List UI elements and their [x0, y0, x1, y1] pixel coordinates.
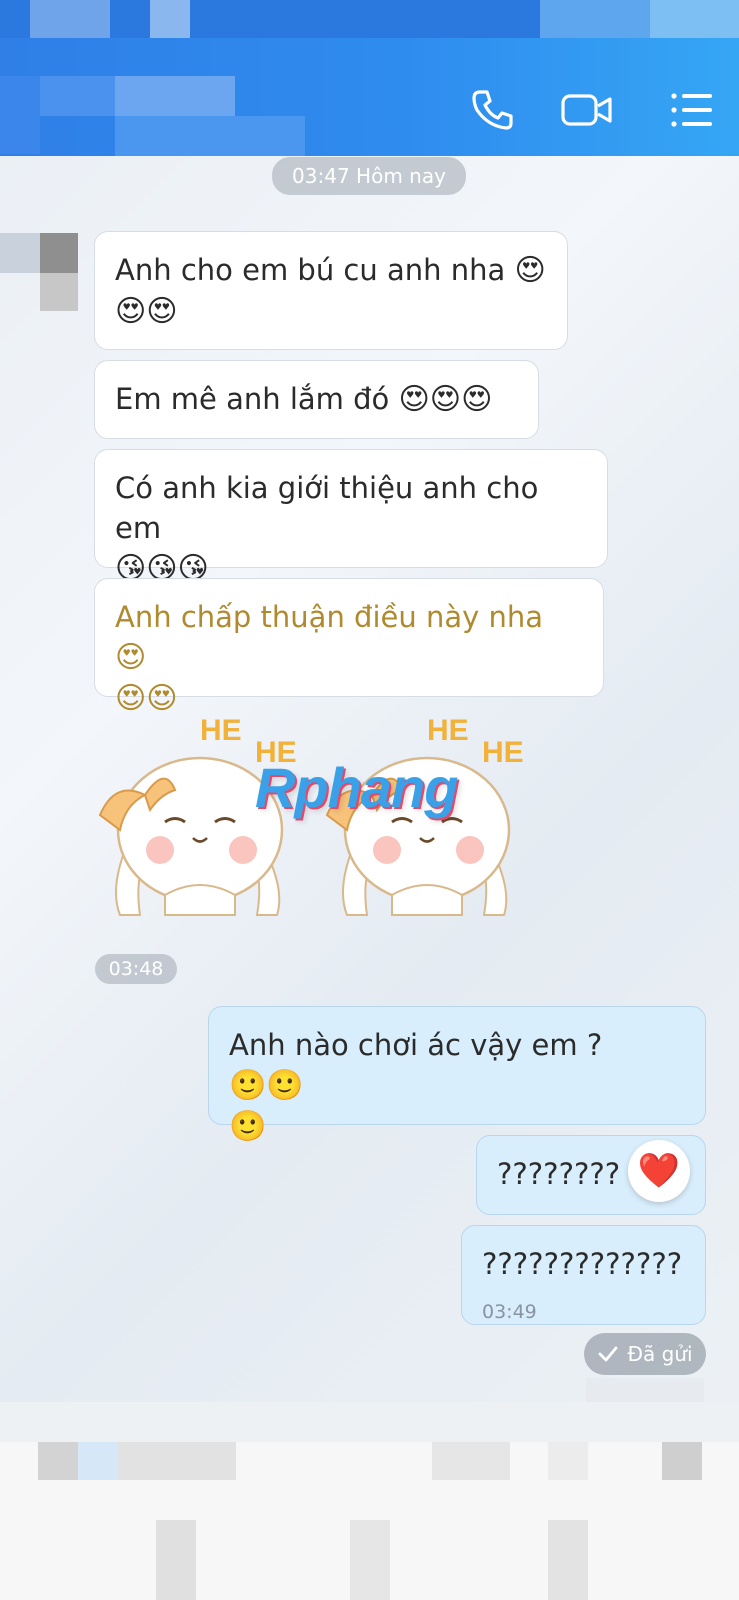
pixel-block	[78, 1442, 118, 1480]
censored-input-bar	[0, 1402, 739, 1600]
pixel-block	[350, 1520, 390, 1600]
pixel-block	[118, 1442, 236, 1480]
sent-status-label: Đã gửi	[627, 1342, 693, 1366]
pixel-block	[150, 0, 190, 38]
pixel-block	[40, 76, 115, 116]
pixel-block	[548, 1442, 588, 1480]
pixel-block	[548, 1520, 588, 1600]
pixel-block	[115, 116, 305, 156]
pixel-block	[30, 0, 110, 38]
emoji-heart-eyes: 😍	[514, 253, 546, 288]
pixel-block	[156, 1520, 196, 1600]
pixel-block	[38, 1442, 78, 1480]
pixel-block	[540, 0, 650, 38]
incoming-message[interactable]: Anh chấp thuận điều này nha 😍 😍😍	[94, 578, 604, 716]
date-separator: 03:47 Hôm nay	[272, 157, 466, 195]
incoming-message[interactable]: Anh cho em bú cu anh nha 😍 😍😍	[94, 231, 568, 350]
emoji-heart-eyes: 😍😍	[115, 294, 178, 329]
emoji-heart-eyes: 😍😍😍	[398, 382, 493, 417]
phone-icon[interactable]	[468, 86, 516, 134]
message-text: Có anh kia giới thiệu anh cho em	[115, 471, 539, 545]
outgoing-message[interactable]: ????????????? 03:49	[461, 1225, 706, 1325]
sticker-caption: HE	[200, 714, 242, 747]
heart-icon: ❤️	[637, 1151, 681, 1191]
menu-icon[interactable]	[668, 86, 716, 134]
message-text: Em mê anh lắm đó	[115, 382, 390, 416]
message-text: Anh nào chơi ác vậy em ?	[229, 1028, 603, 1062]
emoji-slight-smile: 🙂	[229, 1109, 267, 1144]
chat-header	[0, 0, 739, 156]
avatar-pixel	[40, 233, 78, 273]
emoji-slight-smile: 🙂🙂	[229, 1068, 304, 1103]
outgoing-message[interactable]: Anh nào chơi ác vậy em ? 🙂🙂 🙂	[208, 1006, 706, 1144]
emoji-heart-eyes: 😍	[115, 640, 147, 675]
watermark-logo: Rphang	[255, 756, 458, 819]
message-time: 03:48	[95, 954, 177, 984]
pixel-block	[650, 0, 739, 38]
message-text: ????????	[497, 1157, 621, 1191]
avatar-pixel	[40, 273, 78, 311]
sticker-caption: HE	[427, 714, 469, 747]
pixel-block	[0, 1402, 739, 1442]
incoming-message[interactable]: Em mê anh lắm đó 😍😍😍	[94, 360, 539, 439]
message-text: Anh chấp thuận điều này nha	[115, 600, 544, 634]
heart-reaction[interactable]: ❤️	[628, 1140, 690, 1202]
pixel-block	[586, 1378, 704, 1402]
video-call-icon[interactable]	[560, 86, 614, 134]
sent-status: Đã gửi	[584, 1333, 706, 1375]
pixel-block	[0, 76, 40, 154]
pixel-block	[432, 1442, 510, 1480]
checkmark-icon	[599, 1346, 618, 1362]
message-text: Anh cho em bú cu anh nha	[115, 253, 506, 287]
pixel-block	[662, 1442, 702, 1480]
avatar[interactable]	[0, 233, 40, 273]
pixel-block	[115, 76, 235, 116]
message-text: ?????????????	[482, 1247, 683, 1281]
message-time: 03:49	[482, 1301, 537, 1323]
incoming-message[interactable]: Có anh kia giới thiệu anh cho em 😘😘😘	[94, 449, 608, 586]
sticker-caption: HE	[482, 736, 524, 769]
